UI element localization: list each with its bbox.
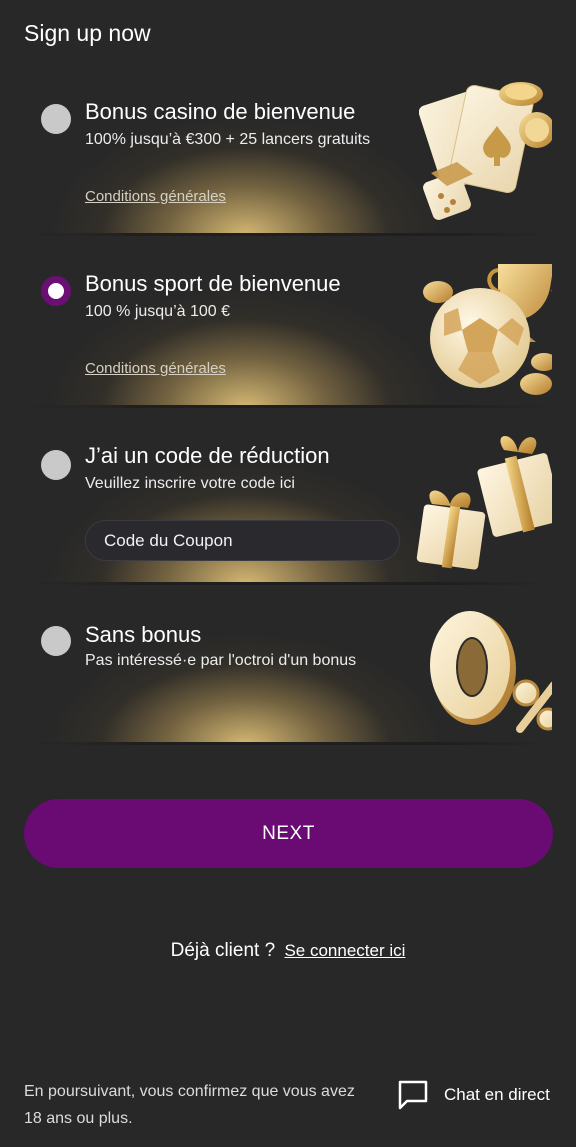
radio-sport-bonus[interactable] [41, 276, 71, 306]
option-subtitle: Pas intéressé·e par l'octroi d'un bonus [85, 652, 357, 669]
age-disclaimer: En poursuivant, vous confirmez que vous … [24, 1083, 355, 1127]
option-title: Bonus sport de bienvenue [85, 271, 341, 296]
already-client-text: Déjà client ? [170, 940, 276, 961]
option-title: J’ai un code de réduction [85, 443, 330, 468]
option-sport-bonus[interactable]: Bonus sport de bienvenue 100 % jusqu’à 1… [24, 250, 552, 408]
gift-boxes-icon [416, 436, 552, 570]
login-link[interactable]: Se connecter ici [284, 941, 405, 960]
zero-percent-icon [430, 611, 552, 733]
option-casino-bonus[interactable]: Bonus casino de bienvenue 100% jusqu’à €… [24, 78, 552, 236]
radio-casino-bonus[interactable] [41, 104, 71, 134]
soccer-ball-trophy-icon [423, 264, 552, 395]
option-no-bonus[interactable]: Sans bonus Pas intéressé·e par l'octroi … [24, 599, 552, 745]
signup-page: Sign up now Bonus casino de bienvenue 10… [0, 0, 576, 1147]
option-title: Sans bonus [85, 622, 202, 647]
option-title: Bonus casino de bienvenue [85, 99, 356, 124]
terms-link[interactable]: Conditions générales [85, 188, 226, 205]
login-row: Déjà client ? Se connecter ici [0, 940, 576, 962]
option-coupon-code[interactable]: J’ai un code de réduction Veuillez inscr… [24, 422, 552, 585]
option-subtitle: Veuillez inscrire votre code ici [85, 475, 295, 492]
live-chat-button[interactable]: Chat en direct [396, 1077, 556, 1113]
terms-link[interactable]: Conditions générales [85, 360, 226, 377]
chat-label: Chat en direct [444, 1085, 550, 1104]
coupon-code-input[interactable] [85, 520, 400, 561]
chat-bubble-icon [398, 1080, 428, 1110]
radio-coupon-code[interactable] [41, 450, 71, 480]
next-button[interactable]: NEXT [24, 799, 553, 868]
option-subtitle: 100 % jusqu’à 100 € [85, 303, 230, 320]
radio-no-bonus[interactable] [41, 626, 71, 656]
page-title: Sign up now [24, 20, 151, 46]
cards-dice-chips-icon [419, 82, 552, 220]
option-subtitle: 100% jusqu’à €300 + 25 lancers gratuits [85, 131, 371, 148]
